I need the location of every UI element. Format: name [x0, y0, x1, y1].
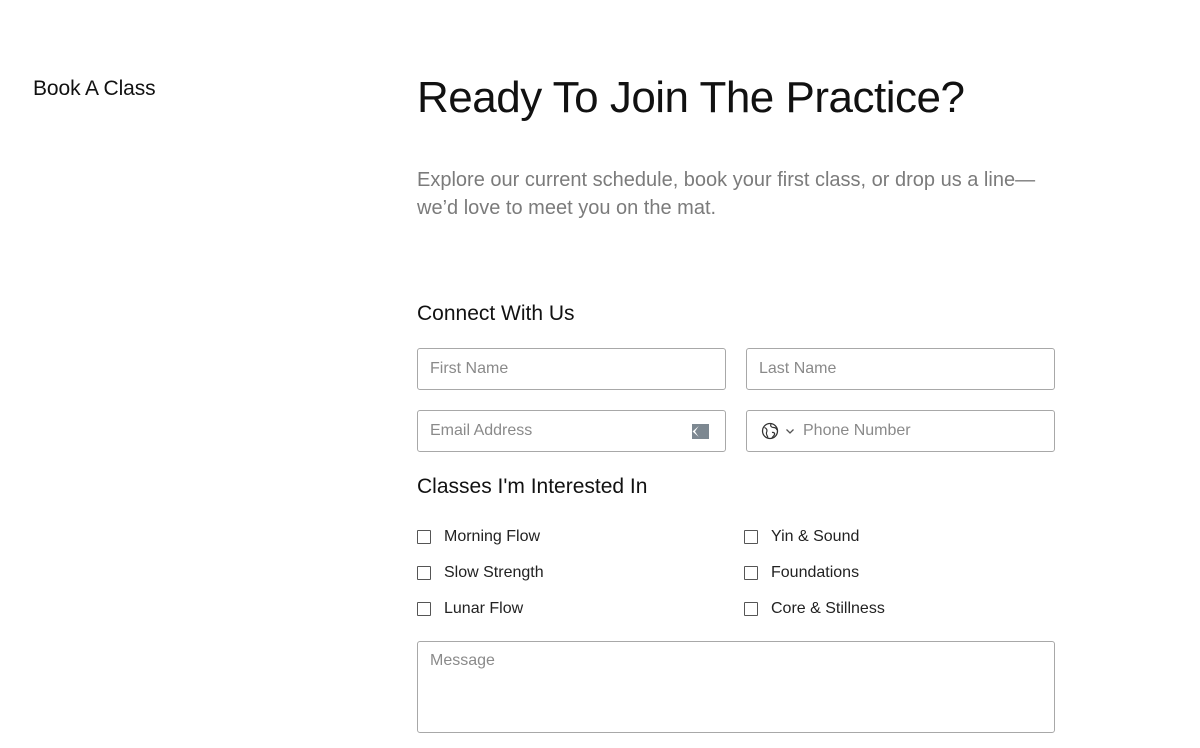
- last-name-field[interactable]: [746, 348, 1055, 390]
- password-manager-autofill-icon[interactable]: [690, 421, 711, 442]
- checkbox[interactable]: [744, 566, 758, 580]
- checkbox-slow-strength[interactable]: Slow Strength: [417, 560, 544, 586]
- checkbox-label: Foundations: [771, 564, 860, 581]
- checkbox-yin-sound[interactable]: Yin & Sound: [744, 524, 859, 550]
- checkbox-morning-flow[interactable]: Morning Flow: [417, 524, 540, 550]
- email-input[interactable]: [418, 411, 725, 451]
- checkbox-foundations[interactable]: Foundations: [744, 560, 859, 586]
- checkbox[interactable]: [417, 566, 431, 580]
- checkbox-lunar-flow[interactable]: Lunar Flow: [417, 596, 523, 622]
- message-textarea[interactable]: [418, 642, 1054, 732]
- phone-input[interactable]: [795, 411, 1054, 451]
- checkbox[interactable]: [417, 602, 431, 616]
- checkbox-label: Slow Strength: [444, 564, 544, 581]
- email-field[interactable]: [417, 410, 726, 452]
- connect-title: Connect With Us: [417, 302, 575, 325]
- message-field[interactable]: [417, 641, 1055, 733]
- book-a-class-label: Book A Class: [33, 77, 156, 100]
- intro-text: Explore our current schedule, book your …: [417, 169, 1036, 219]
- chevron-down-icon: [786, 429, 794, 434]
- country-code-selector[interactable]: [747, 411, 795, 451]
- last-name-input[interactable]: [747, 349, 1054, 389]
- checkbox[interactable]: [417, 530, 431, 544]
- phone-field[interactable]: [746, 410, 1055, 452]
- checkbox[interactable]: [744, 530, 758, 544]
- checkbox-label: Yin & Sound: [771, 528, 860, 545]
- checkbox-label: Core & Stillness: [771, 600, 885, 617]
- classes-title: Classes I'm Interested In: [417, 475, 648, 498]
- first-name-input[interactable]: [418, 349, 725, 389]
- contact-page: Book A Class Ready To Join The Practice?…: [0, 0, 1200, 748]
- checkbox[interactable]: [744, 602, 758, 616]
- checkbox-label: Lunar Flow: [444, 600, 524, 617]
- checkbox-label: Morning Flow: [444, 528, 541, 545]
- globe-icon: [761, 422, 779, 440]
- page-title: Ready To Join The Practice?: [417, 73, 965, 122]
- checkbox-core-stillness[interactable]: Core & Stillness: [744, 596, 885, 622]
- first-name-field[interactable]: [417, 348, 726, 390]
